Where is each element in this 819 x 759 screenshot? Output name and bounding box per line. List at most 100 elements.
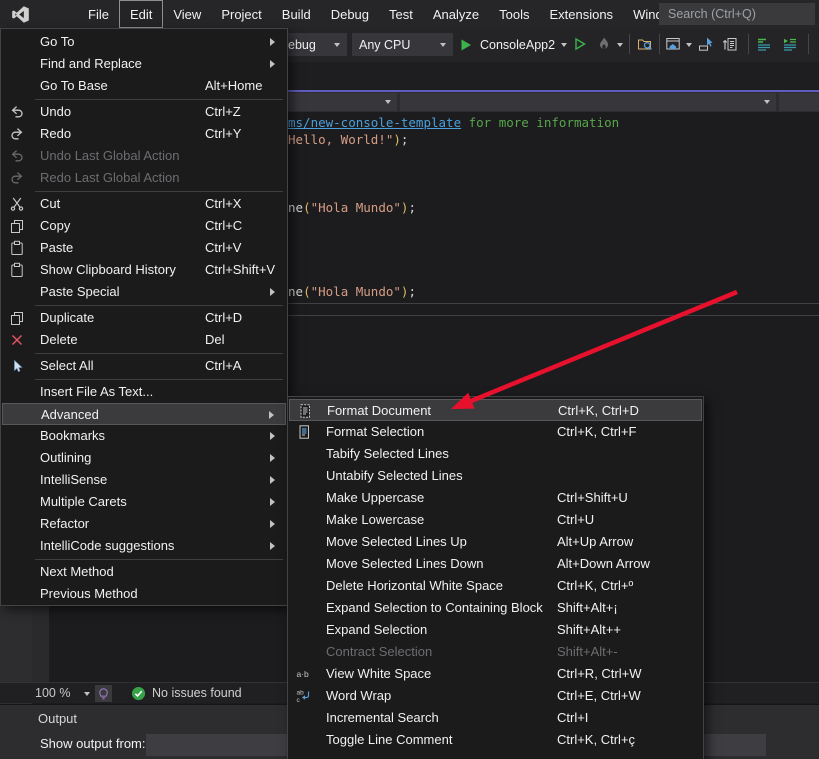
menu-item-shortcut: Ctrl+Shift+U: [557, 490, 628, 505]
menu-item-insert-file-as-text[interactable]: Insert File As Text...: [2, 381, 286, 403]
menu-item-previous-method[interactable]: Previous Method: [2, 583, 286, 605]
menu-item-label: Bookmarks: [40, 428, 105, 443]
menu-item-make-lowercase[interactable]: Make LowercaseCtrl+U: [289, 509, 702, 531]
submenu-arrow-icon: [270, 520, 275, 528]
menu-item-intellicode-suggestions[interactable]: IntelliCode suggestions: [2, 535, 286, 557]
menu-item-paste-special[interactable]: Paste Special: [2, 281, 286, 303]
menubar-item-file[interactable]: File: [78, 0, 119, 28]
menu-item-go-to[interactable]: Go To: [2, 31, 286, 53]
menubar-item-test[interactable]: Test: [379, 0, 423, 28]
visual-studio-logo-icon: [11, 5, 30, 23]
menu-item-delete[interactable]: DeleteDel: [2, 329, 286, 351]
menu-item-undo-last-global-action[interactable]: Undo Last Global Action: [2, 145, 286, 167]
menu-item-icon-slot: [9, 564, 25, 580]
menu-item-paste[interactable]: PasteCtrl+V: [2, 237, 286, 259]
menu-item-show-clipboard-history[interactable]: Show Clipboard HistoryCtrl+Shift+V: [2, 259, 286, 281]
menu-item-format-document[interactable]: Format DocumentCtrl+K, Ctrl+D: [289, 399, 702, 421]
menu-item-shortcut: Ctrl+K, Ctrl+D: [558, 403, 639, 418]
menubar-item-view[interactable]: View: [163, 0, 211, 28]
menu-item-shortcut: Ctrl+K, Ctrl+ç: [557, 732, 635, 747]
intellicode-icon[interactable]: [95, 685, 112, 702]
menubar-item-build[interactable]: Build: [272, 0, 321, 28]
menu-item-contract-selection[interactable]: Contract SelectionShift+Alt+-: [289, 641, 702, 663]
menu-item-shortcut: Ctrl+I: [557, 710, 588, 725]
solution-platform-combo[interactable]: Any CPU: [352, 33, 453, 56]
menu-item-icon-slot: [9, 516, 25, 532]
menu-item-delete-horizontal-white-space[interactable]: Delete Horizontal White SpaceCtrl+K, Ctr…: [289, 575, 702, 597]
menu-item-go-to-base[interactable]: Go To BaseAlt+Home: [2, 75, 286, 97]
search-placeholder: Search (Ctrl+Q): [668, 7, 756, 21]
folder-search-icon[interactable]: [637, 36, 655, 54]
menubar-item-project[interactable]: Project: [211, 0, 271, 28]
no-issues-check-icon[interactable]: [131, 686, 146, 701]
menu-item-expand-selection-to-containing-block[interactable]: Expand Selection to Containing BlockShif…: [289, 597, 702, 619]
menu-item-label: Show Clipboard History: [40, 262, 176, 277]
menubar-item-tools[interactable]: Tools: [489, 0, 539, 28]
menu-item-advanced[interactable]: Advanced: [2, 403, 286, 425]
home-window-icon[interactable]: [665, 36, 683, 54]
menu-item-label: Incremental Search: [326, 710, 439, 725]
hot-reload-dropdown-caret-icon[interactable]: [617, 43, 623, 47]
menubar-item-debug[interactable]: Debug: [321, 0, 379, 28]
output-panel-title: Output: [38, 711, 77, 726]
search-input[interactable]: Search (Ctrl+Q): [659, 3, 815, 25]
menu-item-label: Undo Last Global Action: [40, 148, 179, 163]
member-dropdown[interactable]: [779, 93, 819, 111]
menu-item-label: Word Wrap: [326, 688, 391, 703]
menu-item-view-white-space[interactable]: a·bView White SpaceCtrl+R, Ctrl+W: [289, 663, 702, 685]
menu-item-outlining[interactable]: Outlining: [2, 447, 286, 469]
word-wrap-icon: abc: [296, 688, 312, 704]
menu-item-label: Redo Last Global Action: [40, 170, 179, 185]
menu-item-untabify-selected-lines[interactable]: Untabify Selected Lines: [289, 465, 702, 487]
start-debugging-button[interactable]: ConsoleApp2: [458, 33, 567, 56]
menu-item-expand-selection[interactable]: Expand SelectionShift+Alt++: [289, 619, 702, 641]
menu-item-shortcut: Ctrl+Z: [205, 104, 241, 119]
comment-lines-icon[interactable]: [756, 36, 774, 54]
menu-item-select-all[interactable]: Select AllCtrl+A: [2, 355, 286, 377]
menu-item-duplicate[interactable]: DuplicateCtrl+D: [2, 307, 286, 329]
menu-item-tabify-selected-lines[interactable]: Tabify Selected Lines: [289, 443, 702, 465]
menu-item-shortcut: Ctrl+K, Ctrl+º: [557, 578, 633, 593]
menu-item-shortcut: Shift+Alt+¡: [557, 600, 618, 615]
menu-item-toggle-line-comment[interactable]: Toggle Line CommentCtrl+K, Ctrl+ç: [289, 729, 702, 751]
menu-item-shortcut: Ctrl+C: [205, 218, 242, 233]
menu-item-label: Paste Special: [40, 284, 120, 299]
cursor-select-icon[interactable]: [698, 36, 716, 54]
menubar-item-edit[interactable]: Edit: [119, 0, 163, 28]
menu-item-intellisense[interactable]: IntelliSense: [2, 469, 286, 491]
document-structure-icon[interactable]: [722, 36, 740, 54]
menu-item-find-and-replace[interactable]: Find and Replace: [2, 53, 286, 75]
menu-item-copy[interactable]: CopyCtrl+C: [2, 215, 286, 237]
menu-item-cut[interactable]: CutCtrl+X: [2, 193, 286, 215]
zoom-level-control[interactable]: 100 %: [35, 686, 70, 700]
menu-item-undo[interactable]: UndoCtrl+Z: [2, 101, 286, 123]
toolbar-separator: [659, 34, 660, 54]
hot-reload-button[interactable]: [596, 36, 614, 54]
menu-item-incremental-search[interactable]: Incremental Search Ctrl+I: [289, 707, 702, 729]
menu-item-move-selected-lines-down[interactable]: Move Selected Lines DownAlt+Down Arrow: [289, 553, 702, 575]
menu-item-make-uppercase[interactable]: Make Uppercase Ctrl+Shift+U: [289, 487, 702, 509]
menubar-item-analyze[interactable]: Analyze: [423, 0, 489, 28]
menu-item-shortcut: Ctrl+R, Ctrl+W: [557, 666, 642, 681]
code-line: ne("Hola Mundo");: [288, 200, 416, 217]
view-white-space-icon: a·b: [296, 666, 312, 682]
menu-item-word-wrap[interactable]: abcWord WrapCtrl+E, Ctrl+W: [289, 685, 702, 707]
menu-item-refactor[interactable]: Refactor: [2, 513, 286, 535]
menu-separator: [35, 379, 283, 380]
menu-item-format-selection[interactable]: Format SelectionCtrl+K, Ctrl+F: [289, 421, 702, 443]
type-dropdown[interactable]: [400, 93, 776, 111]
menu-item-redo[interactable]: RedoCtrl+Y: [2, 123, 286, 145]
start-without-debugging-button[interactable]: [572, 36, 590, 54]
zoom-dropdown-caret-icon[interactable]: [84, 692, 90, 696]
menu-item-move-selected-lines-up[interactable]: Move Selected Lines UpAlt+Up Arrow: [289, 531, 702, 553]
menu-item-bookmarks[interactable]: Bookmarks: [2, 425, 286, 447]
dropdown-caret-icon: [334, 43, 340, 47]
menu-item-next-method[interactable]: Next Method: [2, 561, 286, 583]
menu-item-multiple-carets[interactable]: Multiple Carets: [2, 491, 286, 513]
menu-item-label: Make Uppercase: [326, 490, 424, 505]
menu-item-redo-last-global-action[interactable]: Redo Last Global Action: [2, 167, 286, 189]
menu-item-shortcut: Ctrl+U: [557, 512, 594, 527]
menubar-item-extensions[interactable]: Extensions: [539, 0, 623, 28]
home-window-dropdown-caret-icon[interactable]: [686, 43, 692, 47]
uncomment-lines-icon[interactable]: [782, 36, 800, 54]
